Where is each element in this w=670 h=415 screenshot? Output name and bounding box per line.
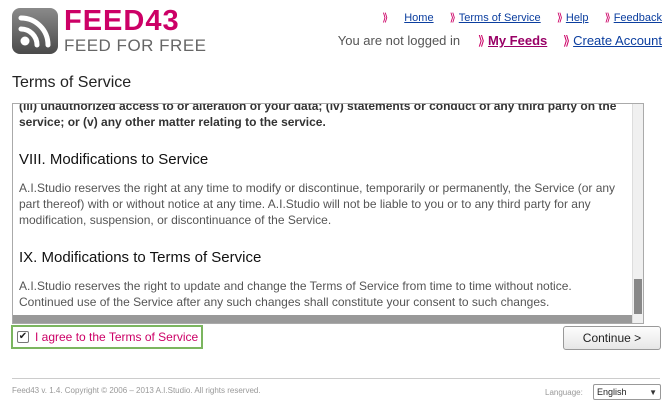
nav-feedback-link[interactable]: Feedback: [614, 12, 662, 24]
nav-help-link[interactable]: Help: [566, 12, 589, 24]
page-title: Terms of Service: [12, 74, 132, 91]
nav-arrow-icon: ⟫: [382, 12, 389, 24]
top-nav: ⟫ Home ⟫ Terms of Service ⟫ Help ⟫ Feedback: [382, 11, 662, 24]
scrollbar-thumb[interactable]: [634, 279, 642, 314]
tos-section-heading: IX. Modifications to Terms of Service: [19, 249, 262, 266]
rss-icon: [12, 8, 58, 54]
continue-button[interactable]: Continue >: [563, 326, 661, 350]
chevron-down-icon: ▼: [649, 388, 657, 397]
tos-section-heading: VIII. Modifications to Service: [19, 151, 209, 168]
nav-arrow-icon: ⟫: [562, 33, 571, 48]
check-icon: ✔: [18, 331, 28, 342]
language-value: English: [597, 387, 627, 397]
nav-arrow-icon: ⟫: [604, 12, 611, 24]
agree-checkbox-row[interactable]: ✔ I agree to the Terms of Service: [11, 325, 203, 349]
brand[interactable]: FEED43 FEED FOR FREE: [64, 6, 207, 56]
tos-section-body: A.I.Studio reserves the right to update …: [19, 279, 572, 309]
create-account-link[interactable]: Create Account: [573, 33, 662, 48]
footer-divider: [12, 378, 660, 379]
tos-textbox[interactable]: (iii) unauthorized access to or alterati…: [12, 103, 644, 324]
footer-copyright: Feed43 v. 1.4. Copyright © 2006 – 2013 A…: [12, 386, 261, 395]
agree-label[interactable]: I agree to the Terms of Service: [35, 330, 198, 344]
login-status: You are not logged in: [337, 33, 461, 48]
nav-terms-link[interactable]: Terms of Service: [459, 12, 541, 24]
nav-home-link[interactable]: Home: [404, 12, 433, 24]
nav-arrow-icon: ⟫: [449, 12, 456, 24]
my-feeds-link[interactable]: My Feeds: [488, 33, 547, 48]
tos-section-body: A.I.Studio reserves the right at any tim…: [19, 181, 616, 227]
horizontal-scrollbar[interactable]: [13, 315, 632, 323]
language-select[interactable]: English ▼: [593, 384, 661, 400]
language-label: Language:: [545, 388, 583, 397]
brand-name: FEED43: [64, 5, 180, 37]
agree-checkbox[interactable]: ✔: [17, 331, 29, 343]
nav-arrow-icon: ⟫: [556, 12, 563, 24]
tos-cut-paragraph: (iii) unauthorized access to or alterati…: [19, 103, 617, 129]
vertical-scrollbar[interactable]: [632, 104, 643, 323]
brand-tagline: FEED FOR FREE: [64, 36, 207, 55]
account-bar: You are not logged in ⟫ My Feeds ⟫ Create …: [338, 33, 662, 49]
nav-arrow-icon: ⟫: [477, 33, 485, 48]
tos-content: (iii) unauthorized access to or alterati…: [19, 104, 629, 310]
